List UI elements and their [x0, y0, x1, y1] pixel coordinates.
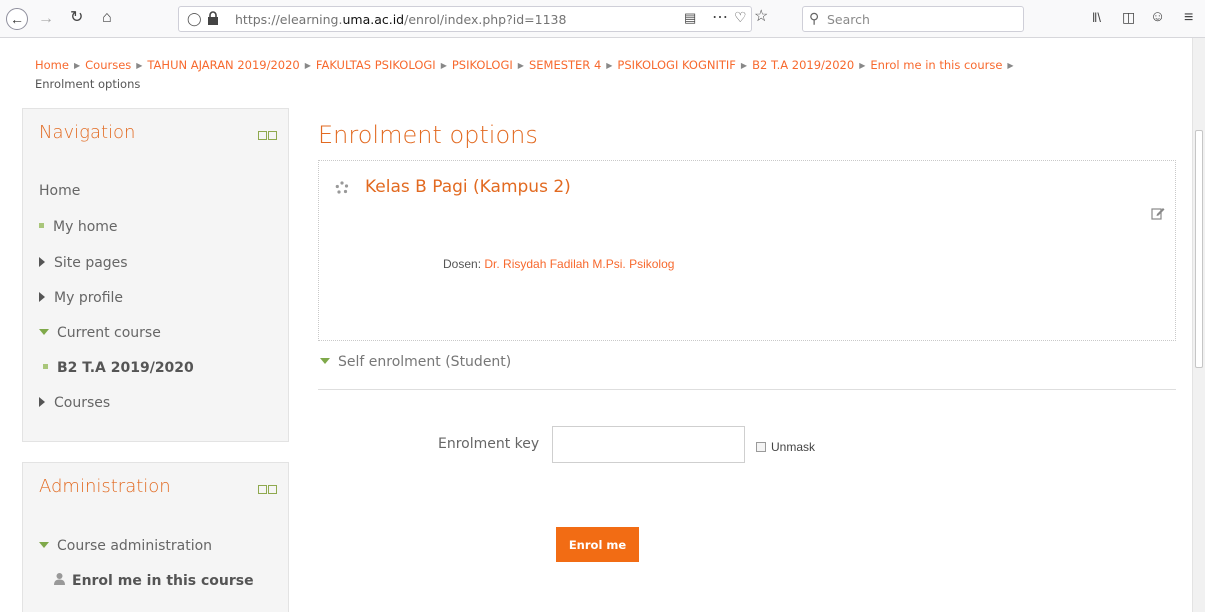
url-text: https://elearning.uma.ac.id/enrol/index.… — [235, 12, 567, 27]
expand-arrow-icon — [39, 257, 45, 267]
breadcrumb-department[interactable]: PSIKOLOGI — [452, 58, 513, 72]
page-title: Enrolment options — [318, 121, 538, 149]
search-bar[interactable]: ⚲ Search — [802, 6, 1024, 32]
breadcrumb: Home ▶ Courses ▶ TAHUN AJARAN 2019/2020 ▶ FAKU… — [35, 58, 1014, 91]
breadcrumb-course[interactable]: B2 T.A 2019/2020 — [752, 58, 854, 72]
url-bar[interactable]: ◯ https://elearning.uma.ac.id/enrol/inde… — [178, 6, 752, 32]
lock-icon[interactable] — [207, 11, 218, 25]
nav-my-home[interactable]: My home — [39, 219, 118, 235]
page-actions-icon[interactable]: ⋯ — [712, 10, 728, 26]
menu-icon[interactable]: ≡ — [1184, 10, 1193, 26]
edit-icon[interactable] — [1151, 206, 1165, 225]
bookmark-star-icon[interactable]: ☆ — [754, 9, 768, 25]
sidebar-icon[interactable]: ◫ — [1122, 10, 1135, 24]
teacher-line: Dosen: Dr. Risydah Fadilah M.Psi. Psikol… — [443, 257, 675, 271]
admin-enrol-me[interactable]: Enrol me in this course — [53, 572, 254, 589]
expand-arrow-icon — [39, 292, 45, 302]
administration-block: Administration Course administration Enr… — [22, 462, 289, 612]
reload-icon[interactable]: ↻ — [70, 10, 83, 26]
library-icon[interactable]: ‖\ — [1092, 11, 1101, 24]
enrolment-key-input[interactable] — [552, 426, 745, 463]
search-icon: ⚲ — [809, 10, 820, 26]
scrollbar[interactable] — [1192, 38, 1205, 612]
bullet-icon — [43, 364, 48, 369]
breadcrumb-year[interactable]: TAHUN AJARAN 2019/2020 — [147, 58, 299, 72]
enrolment-key-label: Enrolment key — [438, 436, 540, 452]
breadcrumb-subject[interactable]: PSIKOLOGI KOGNITIF — [617, 58, 736, 72]
self-enrolment-header[interactable]: Self enrolment (Student) — [320, 354, 511, 370]
nav-courses[interactable]: Courses — [39, 395, 110, 411]
nav-home[interactable]: Home — [39, 183, 80, 199]
search-placeholder: Search — [827, 12, 870, 27]
breadcrumb-current: Enrolment options — [35, 77, 141, 91]
account-icon[interactable]: ☺ — [1150, 9, 1165, 24]
divider — [318, 389, 1176, 390]
checkbox-icon[interactable] — [756, 442, 766, 452]
breadcrumb-home[interactable]: Home — [35, 58, 69, 72]
unmask-checkbox[interactable]: Unmask — [756, 440, 815, 454]
collapse-icon[interactable] — [268, 485, 277, 494]
bullet-icon — [39, 223, 44, 228]
user-icon — [53, 572, 67, 589]
course-icon — [335, 181, 349, 200]
teacher-link[interactable]: Dr. Risydah Fadilah M.Psi. Psikolog — [484, 257, 674, 271]
course-info-box: Kelas B Pagi (Kampus 2) Dosen: Dr. Risyd… — [318, 160, 1176, 341]
collapse-arrow-icon — [39, 542, 49, 548]
browser-toolbar: ← → ↻ ⌂ ◯ https://elearning.uma.ac.id/en… — [0, 0, 1205, 38]
enrol-me-button[interactable]: Enrol me — [556, 527, 639, 562]
expand-arrow-icon — [39, 397, 45, 407]
administration-title: Administration — [39, 476, 171, 497]
breadcrumb-semester[interactable]: SEMESTER 4 — [529, 58, 601, 72]
pocket-icon[interactable]: ♡ — [734, 10, 747, 24]
dock-icon[interactable] — [258, 485, 267, 494]
shield-icon[interactable]: ◯ — [187, 11, 202, 27]
nav-my-profile[interactable]: My profile — [39, 290, 123, 306]
navigation-block: Navigation Home My home Site pages My pr… — [22, 108, 289, 442]
breadcrumb-courses[interactable]: Courses — [85, 58, 131, 72]
back-arrow-icon[interactable]: ← — [6, 8, 28, 30]
nav-site-pages[interactable]: Site pages — [39, 255, 128, 271]
nav-course-item[interactable]: B2 T.A 2019/2020 — [43, 360, 194, 376]
navigation-title: Navigation — [39, 122, 136, 143]
collapse-arrow-icon — [39, 329, 49, 335]
page-content: Home ▶ Courses ▶ TAHUN AJARAN 2019/2020 ▶ FAKU… — [0, 38, 1192, 612]
forward-arrow-icon[interactable]: → — [38, 11, 54, 27]
breadcrumb-faculty[interactable]: FAKULTAS PSIKOLOGI — [316, 58, 436, 72]
home-icon[interactable]: ⌂ — [102, 10, 112, 26]
scroll-thumb[interactable] — [1195, 130, 1203, 368]
nav-current-course[interactable]: Current course — [39, 325, 161, 341]
course-name[interactable]: Kelas B Pagi (Kampus 2) — [365, 177, 571, 197]
admin-course-administration[interactable]: Course administration — [39, 538, 212, 554]
collapse-arrow-icon — [320, 358, 330, 364]
dock-icon[interactable] — [258, 131, 267, 140]
breadcrumb-enrol[interactable]: Enrol me in this course — [870, 58, 1002, 72]
reader-view-icon[interactable]: ▤ — [684, 11, 696, 24]
collapse-icon[interactable] — [268, 131, 277, 140]
